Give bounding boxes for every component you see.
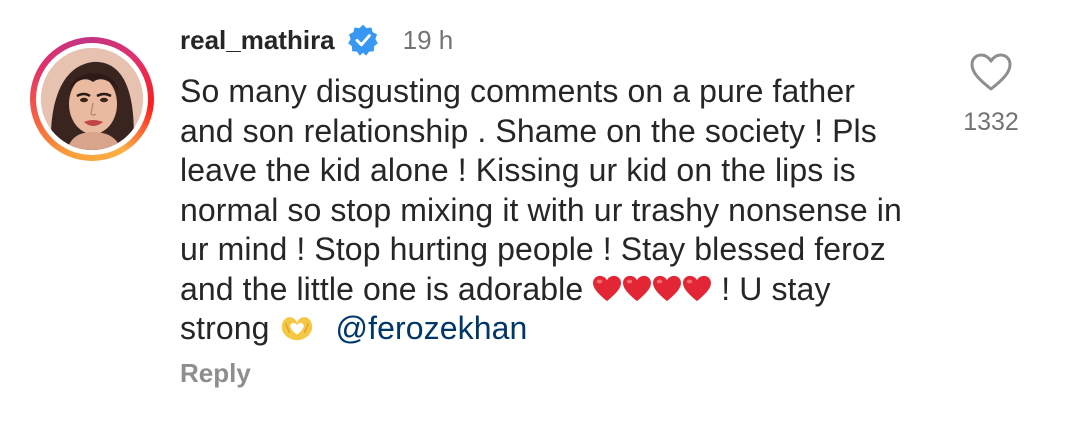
avatar[interactable] — [41, 48, 143, 150]
red-heart-emoji-icon — [593, 275, 622, 301]
verified-badge-icon — [347, 24, 378, 56]
red-heart-emoji-icon — [623, 275, 652, 301]
comment-line-7-text: strong — [180, 310, 270, 346]
timestamp: 19 h — [402, 24, 454, 55]
comment-line-6: and the little one is adorable ! U stay — [180, 270, 940, 310]
comment-line-1: So many disgusting comments on a pure fa… — [180, 73, 855, 109]
reply-button[interactable]: Reply — [180, 358, 251, 389]
comment-line-4: normal so stop mixing it with ur trashy … — [180, 191, 902, 228]
story-ring[interactable] — [30, 37, 154, 161]
mention-link[interactable]: @ferozekhan — [336, 310, 528, 346]
red-heart-emoji-icon — [683, 275, 712, 301]
comment-line-6-text: and the little one is adorable — [180, 270, 584, 307]
like-count: 1332 — [963, 108, 1019, 136]
heart-hands-emoji-icon — [281, 317, 312, 341]
username[interactable]: real_mathira — [180, 25, 335, 56]
comment-line-6b-text: ! U stay — [721, 270, 831, 307]
heart-icon[interactable] — [969, 52, 1013, 92]
comment-text: So many disgusting comments on a pure fa… — [180, 72, 940, 349]
comment-line-3: leave the kid alone ! Kissing ur kid on … — [180, 152, 856, 188]
avatar-illustration — [41, 48, 143, 150]
comment-header: real_mathira 19 h — [180, 22, 453, 58]
comment: real_mathira 19 h So many disgusting com… — [0, 0, 1080, 425]
avatar-border — [36, 43, 148, 155]
like-section: 1332 — [955, 52, 1027, 137]
comment-line-7: strong @ferozekhan — [180, 309, 940, 349]
comment-line-5: ur mind ! Stop hurting people ! Stay ble… — [180, 231, 886, 267]
red-heart-emoji-icon — [653, 275, 682, 301]
comment-line-2: and son relationship . Shame on the soci… — [180, 112, 877, 149]
